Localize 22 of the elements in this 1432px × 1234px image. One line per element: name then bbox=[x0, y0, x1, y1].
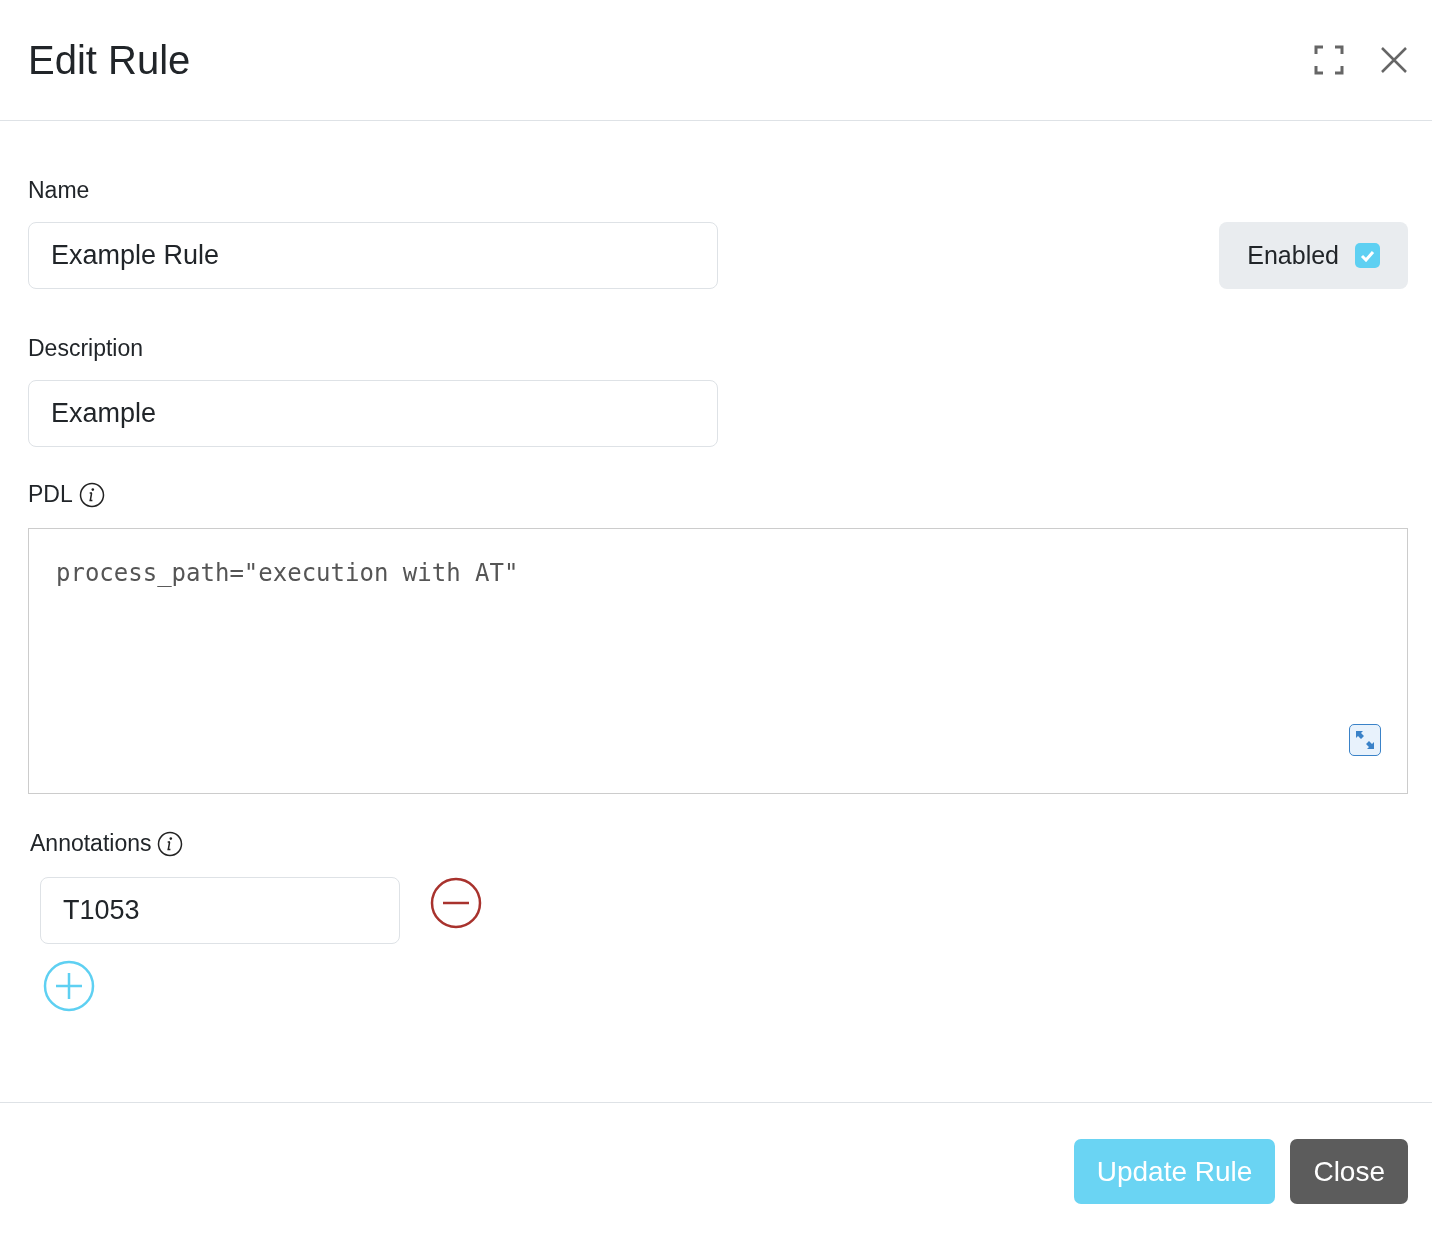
annotation-input[interactable]: T1053 bbox=[40, 877, 400, 944]
action-button[interactable]: Close bbox=[1290, 1139, 1408, 1204]
field-label: Name bbox=[28, 177, 91, 204]
toggle-label: Enabled bbox=[1247, 241, 1339, 270]
code-editor[interactable]: process_path="execution with AT" bbox=[28, 528, 1408, 794]
dialog-title: Edit Rule bbox=[28, 37, 192, 83]
text-input[interactable]: Example Rule bbox=[28, 222, 718, 289]
field-label: PDL bbox=[28, 481, 73, 508]
checkmark-icon bbox=[1360, 249, 1375, 262]
expand-arrows-icon bbox=[1353, 728, 1377, 752]
checkbox[interactable] bbox=[1355, 243, 1380, 268]
close-icon[interactable] bbox=[1380, 46, 1408, 74]
info-icon[interactable] bbox=[78, 481, 105, 508]
code-text: process_path="execution with AT" bbox=[56, 559, 519, 587]
fullscreen-button[interactable] bbox=[1314, 45, 1344, 75]
enabled-toggle[interactable]: Enabled bbox=[1219, 222, 1408, 289]
expand-button[interactable] bbox=[1349, 724, 1381, 756]
field-label: Annotations bbox=[30, 830, 152, 857]
remove-button[interactable] bbox=[430, 877, 482, 929]
info-icon[interactable] bbox=[157, 830, 184, 857]
text-input[interactable]: Example bbox=[28, 380, 718, 447]
field-label: Description bbox=[28, 335, 145, 362]
